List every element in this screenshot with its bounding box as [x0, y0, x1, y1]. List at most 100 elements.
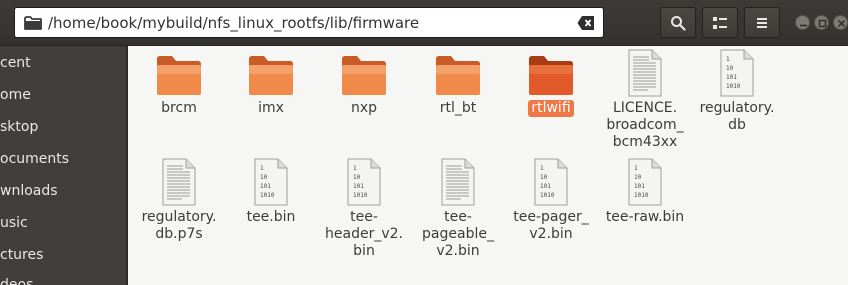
menu-button[interactable] — [744, 7, 780, 38]
svg-text:1: 1 — [634, 165, 638, 172]
file-item[interactable]: brcm — [133, 53, 225, 117]
file-label-line: pageable_ — [422, 226, 494, 242]
svg-text:1: 1 — [260, 165, 264, 172]
sidebar-item-label: ctures — [0, 247, 44, 263]
places-sidebar: cent ome sktop ocuments wnloads usic ctu… — [0, 46, 127, 285]
hamburger-menu-icon — [757, 17, 767, 28]
file-label-line: LICENCE. — [612, 100, 678, 116]
file-label-line: bin — [353, 243, 375, 259]
file-label-line: tee- — [444, 209, 472, 225]
sidebar-item-label: wnloads — [0, 183, 58, 199]
sidebar-item-label: deos — [0, 277, 34, 285]
text-file-icon — [162, 158, 196, 206]
file-label: tee-raw.bin — [603, 209, 687, 226]
close-button[interactable] — [833, 15, 848, 30]
file-item[interactable]: 1 10 101 1010 tee- header_v2. bin — [318, 158, 410, 260]
file-label-line: rtl_bt — [439, 100, 477, 116]
file-item[interactable]: nxp — [318, 53, 410, 117]
file-label-line: db.p7s — [155, 226, 203, 242]
svg-text:1010: 1010 — [540, 192, 555, 199]
file-label-line: header_v2. — [325, 226, 403, 242]
file-item[interactable]: 1 10 101 1010 regulatory. db — [691, 49, 783, 134]
sidebar-item-label: ome — [0, 87, 31, 103]
folder-icon — [157, 56, 201, 95]
file-label: rtlwifi — [528, 100, 574, 117]
clear-location-icon[interactable] — [577, 15, 595, 31]
file-item[interactable]: 1 10 101 1010 tee-pager_ v2.bin — [505, 158, 597, 243]
maximize-icon — [818, 19, 827, 28]
binary-file-icon: 1 10 101 1010 — [347, 158, 381, 206]
view-toggle-button[interactable] — [702, 7, 738, 38]
file-label: regulatory. db — [697, 100, 778, 134]
minimize-button[interactable] — [795, 15, 810, 30]
minimize-icon — [800, 24, 807, 27]
location-bar[interactable]: /home/book/mybuild/nfs_linux_rootfs/lib/… — [14, 7, 604, 38]
file-view[interactable]: brcm imx nxp rtl_bt rtlwifi LICENCE. bro… — [128, 46, 848, 285]
svg-text:10: 10 — [540, 174, 548, 181]
sidebar-item-desktop[interactable]: sktop — [0, 119, 38, 141]
file-label-line: broadcom_ — [606, 117, 684, 133]
svg-text:1010: 1010 — [353, 192, 368, 199]
text-file-icon — [628, 49, 662, 97]
header-bar: /home/book/mybuild/nfs_linux_rootfs/lib/… — [0, 0, 848, 46]
file-item[interactable]: rtl_bt — [412, 53, 504, 117]
file-label: tee- pageable_ v2.bin — [419, 209, 497, 260]
svg-text:10: 10 — [634, 174, 642, 181]
binary-file-icon: 1 10 101 1010 — [720, 49, 754, 97]
sidebar-item-videos[interactable]: deos — [0, 277, 33, 285]
file-item[interactable]: 1 10 101 1010 tee.bin — [225, 158, 317, 226]
file-label: rtl_bt — [437, 100, 480, 117]
folder-icon — [436, 56, 480, 95]
file-label: tee-pager_ v2.bin — [510, 209, 592, 243]
file-label: LICENCE. broadcom_ bcm43xx — [603, 100, 686, 151]
sidebar-item-home[interactable]: ome — [0, 87, 31, 109]
file-label: regulatory. db.p7s — [139, 209, 220, 243]
file-item[interactable]: LICENCE. broadcom_ bcm43xx — [599, 49, 691, 151]
sidebar-item-pictures[interactable]: ctures — [0, 247, 43, 269]
file-label-line: brcm — [161, 100, 197, 116]
svg-text:1: 1 — [353, 165, 357, 172]
file-label: imx — [255, 100, 287, 117]
binary-file-icon: 1 10 101 1010 — [628, 158, 662, 206]
file-label-line: tee.bin — [246, 209, 296, 225]
svg-text:10: 10 — [726, 65, 734, 72]
sidebar-item-label: cent — [0, 55, 31, 71]
file-label-line: v2.bin — [436, 243, 480, 259]
binary-file-icon: 1 10 101 1010 — [254, 158, 288, 206]
file-label-line: nxp — [350, 100, 378, 116]
svg-text:101: 101 — [260, 183, 271, 190]
file-item[interactable]: regulatory. db.p7s — [133, 158, 225, 243]
svg-text:1: 1 — [540, 165, 544, 172]
folder-icon — [342, 56, 386, 95]
file-label: brcm — [158, 100, 200, 117]
text-file-icon — [441, 158, 475, 206]
sidebar-item-documents[interactable]: ocuments — [0, 151, 69, 173]
svg-text:1010: 1010 — [726, 83, 741, 90]
maximize-button[interactable] — [814, 15, 829, 30]
file-label: tee.bin — [244, 209, 299, 226]
sidebar-item-music[interactable]: usic — [0, 215, 28, 237]
file-item[interactable]: imx — [225, 53, 317, 117]
file-label-line: imx — [258, 100, 284, 116]
svg-text:101: 101 — [540, 183, 551, 190]
file-label-line: db — [728, 117, 746, 133]
file-label-line: rtlwifi — [531, 100, 571, 116]
svg-text:1: 1 — [726, 56, 730, 63]
file-item[interactable]: 1 10 101 1010 tee-raw.bin — [599, 158, 691, 226]
location-path[interactable]: /home/book/mybuild/nfs_linux_rootfs/lib/… — [48, 14, 419, 32]
sidebar-item-label: ocuments — [0, 151, 70, 167]
search-button[interactable] — [660, 7, 696, 38]
file-label-line: bcm43xx — [612, 134, 678, 150]
folder-icon — [249, 56, 293, 95]
sidebar-item-downloads[interactable]: wnloads — [0, 183, 58, 205]
file-item[interactable]: tee- pageable_ v2.bin — [412, 158, 504, 260]
svg-text:101: 101 — [726, 74, 737, 81]
binary-file-icon: 1 10 101 1010 — [534, 158, 568, 206]
file-label-line: tee- — [350, 209, 378, 225]
sidebar-item-label: sktop — [0, 119, 39, 135]
sidebar-item-label: usic — [0, 215, 28, 231]
file-item-selected[interactable]: rtlwifi — [505, 53, 597, 117]
sidebar-item-recent[interactable]: cent — [0, 55, 31, 77]
file-label: nxp — [348, 100, 380, 117]
list-view-icon — [713, 16, 727, 29]
